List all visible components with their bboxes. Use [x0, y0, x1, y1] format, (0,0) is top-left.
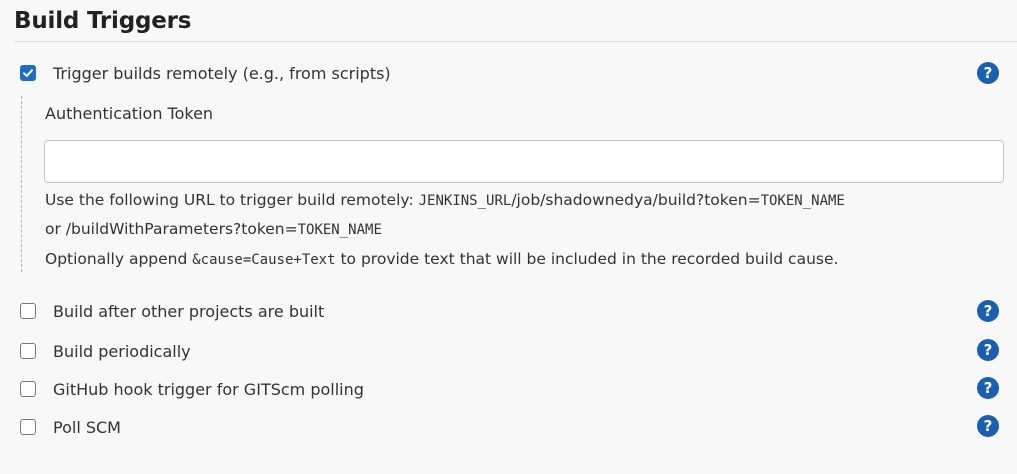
- trigger-checkbox-build-after-other[interactable]: [20, 303, 36, 319]
- help-icon[interactable]: ?: [977, 62, 999, 84]
- checkmark-icon: [23, 69, 33, 77]
- cause-help-prefix: Optionally append: [45, 250, 193, 268]
- help-icon[interactable]: ?: [977, 300, 999, 322]
- authentication-token-input[interactable]: [44, 140, 1004, 183]
- trigger-remote-label: Trigger builds remotely (e.g., from scri…: [53, 63, 391, 83]
- token-name-code-2: TOKEN_NAME: [297, 222, 382, 238]
- trigger-row[interactable]: Build periodically: [20, 339, 191, 363]
- trigger-row[interactable]: Build after other projects are built: [20, 299, 324, 323]
- cause-help-suffix: to provide text that will be included in…: [335, 250, 839, 268]
- token-name-code: TOKEN_NAME: [760, 193, 845, 209]
- cause-code: &cause=Cause+Text: [192, 252, 336, 268]
- cause-help-line: Optionally append &cause=Cause+Text to p…: [45, 247, 838, 272]
- trigger-label-build-periodically: Build periodically: [53, 341, 191, 361]
- trigger-row[interactable]: GitHub hook trigger for GITScm polling: [20, 377, 364, 401]
- authentication-token-label: Authentication Token: [45, 104, 214, 123]
- trigger-checkbox-poll-scm[interactable]: [20, 419, 36, 435]
- jenkins-url-code: JENKINS_URL: [418, 193, 512, 209]
- nested-options-guide: [21, 96, 23, 272]
- help-icon[interactable]: ?: [977, 377, 999, 399]
- url-help-path: /job/shadownedya/build?token=: [511, 191, 761, 209]
- help-icon[interactable]: ?: [977, 415, 999, 437]
- title-divider: [14, 41, 1017, 42]
- trigger-label-github-hook: GitHub hook trigger for GITScm polling: [53, 379, 364, 399]
- trigger-remote-row[interactable]: Trigger builds remotely (e.g., from scri…: [20, 61, 391, 85]
- trigger-remote-checkbox[interactable]: [20, 65, 36, 81]
- trigger-checkbox-build-periodically[interactable]: [20, 343, 36, 359]
- help-icon[interactable]: ?: [977, 339, 999, 361]
- section-title: Build Triggers: [14, 8, 192, 34]
- build-with-params-prefix: or /buildWithParameters?token=: [45, 220, 298, 238]
- build-with-params-line: or /buildWithParameters?token=TOKEN_NAME: [45, 217, 382, 242]
- trigger-label-build-after-other: Build after other projects are built: [53, 301, 325, 321]
- build-triggers-section: Build Triggers Trigger builds remotely (…: [0, 0, 1017, 474]
- trigger-checkbox-github-hook[interactable]: [20, 381, 36, 397]
- remote-url-help-line: Use the following URL to trigger build r…: [45, 188, 845, 213]
- trigger-row[interactable]: Poll SCM: [20, 415, 121, 439]
- url-help-prefix: Use the following URL to trigger build r…: [45, 191, 419, 209]
- trigger-label-poll-scm: Poll SCM: [53, 417, 121, 437]
